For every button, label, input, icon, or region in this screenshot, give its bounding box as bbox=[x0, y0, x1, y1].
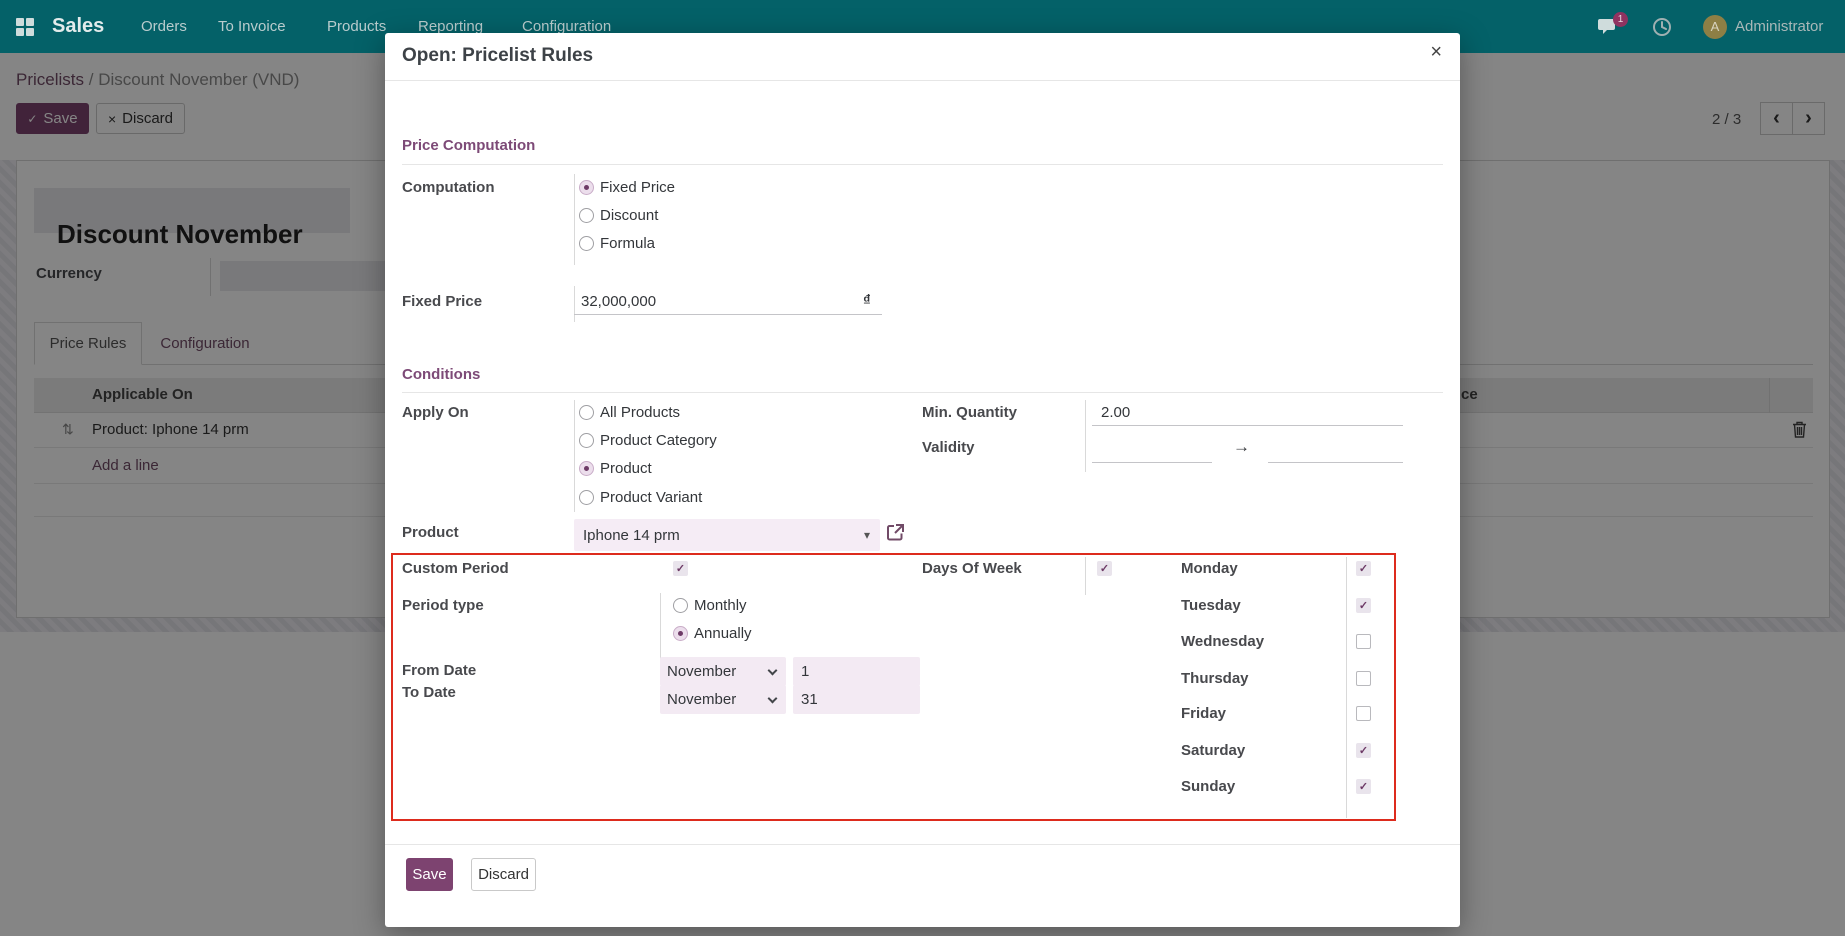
day-friday-checkbox[interactable] bbox=[1356, 706, 1371, 721]
apps-grid-icon[interactable] bbox=[16, 18, 33, 35]
day-list-separator bbox=[1346, 557, 1347, 818]
dialog-save-button[interactable]: Save bbox=[406, 858, 453, 891]
radio-product-label[interactable]: Product bbox=[600, 460, 652, 477]
section-price-computation: Price Computation bbox=[402, 137, 535, 154]
dialog-discard-button[interactable]: Discard bbox=[471, 858, 536, 891]
product-label: Product bbox=[402, 524, 459, 541]
caret-down-icon: ▾ bbox=[864, 528, 870, 542]
arrow-right-icon: → bbox=[1233, 437, 1250, 457]
activities-clock-icon[interactable] bbox=[1652, 17, 1672, 37]
day-wednesday-checkbox[interactable] bbox=[1356, 634, 1371, 649]
radio-fixed-price[interactable] bbox=[579, 180, 594, 200]
radio-monthly-label[interactable]: Monthly bbox=[694, 597, 747, 614]
validity-label: Validity bbox=[922, 439, 975, 456]
min-quantity-label: Min. Quantity bbox=[922, 404, 1017, 421]
radio-all-products[interactable] bbox=[579, 405, 594, 425]
radio-monthly[interactable] bbox=[673, 598, 688, 618]
day-wednesday-label: Wednesday bbox=[1181, 633, 1264, 650]
nav-item-products[interactable]: Products bbox=[327, 0, 386, 53]
apply-on-label: Apply On bbox=[402, 404, 469, 421]
product-value: Iphone 14 prm bbox=[583, 527, 680, 544]
fixed-price-label: Fixed Price bbox=[402, 293, 482, 310]
radio-annually[interactable] bbox=[673, 626, 688, 646]
dialog-close-icon[interactable]: × bbox=[1430, 41, 1442, 64]
field-separator bbox=[1085, 400, 1086, 472]
product-field[interactable]: Iphone 14 prm ▾ bbox=[574, 519, 880, 551]
radio-discount-label[interactable]: Discount bbox=[600, 207, 658, 224]
avatar[interactable]: A bbox=[1703, 15, 1727, 39]
to-month-select[interactable]: November bbox=[660, 685, 786, 714]
messages-badge: 1 bbox=[1613, 12, 1628, 27]
external-link-icon[interactable] bbox=[886, 523, 905, 542]
day-monday-checkbox[interactable]: ✓ bbox=[1356, 561, 1371, 576]
days-of-week-checkbox[interactable]: ✓ bbox=[1097, 561, 1112, 576]
dialog-title: Open: Pricelist Rules bbox=[402, 45, 593, 67]
from-month-select[interactable]: November bbox=[660, 657, 786, 686]
field-separator bbox=[574, 174, 575, 265]
nav-item-orders[interactable]: Orders bbox=[141, 0, 187, 53]
custom-period-label: Custom Period bbox=[402, 560, 509, 577]
chevron-down-icon bbox=[768, 665, 778, 675]
radio-product-category-label[interactable]: Product Category bbox=[600, 432, 717, 449]
radio-product[interactable] bbox=[579, 461, 594, 481]
period-type-label: Period type bbox=[402, 597, 484, 614]
radio-fixed-price-label[interactable]: Fixed Price bbox=[600, 179, 675, 196]
radio-discount[interactable] bbox=[579, 208, 594, 228]
min-quantity-underline bbox=[1092, 406, 1403, 426]
day-sunday-checkbox[interactable]: ✓ bbox=[1356, 779, 1371, 794]
radio-annually-label[interactable]: Annually bbox=[694, 625, 752, 642]
radio-formula-label[interactable]: Formula bbox=[600, 235, 655, 252]
day-thursday-checkbox[interactable] bbox=[1356, 671, 1371, 686]
dialog-footer-divider bbox=[385, 844, 1460, 845]
dialog-header-divider bbox=[385, 80, 1460, 81]
field-separator bbox=[1085, 557, 1086, 595]
screen: Sales Orders To Invoice Products Reporti… bbox=[0, 0, 1845, 936]
validity-to-input[interactable] bbox=[1268, 443, 1403, 463]
day-sunday-label: Sunday bbox=[1181, 778, 1235, 795]
section-conditions: Conditions bbox=[402, 366, 480, 383]
days-of-week-label: Days Of Week bbox=[922, 560, 1022, 577]
pricelist-rules-dialog: Open: Pricelist Rules × Price Computatio… bbox=[385, 33, 1460, 927]
day-saturday-checkbox[interactable]: ✓ bbox=[1356, 743, 1371, 758]
field-separator bbox=[574, 400, 575, 512]
from-date-label: From Date bbox=[402, 662, 476, 679]
user-menu[interactable]: Administrator bbox=[1735, 0, 1823, 53]
to-day-input[interactable]: 31 bbox=[793, 685, 920, 714]
radio-product-variant-label[interactable]: Product Variant bbox=[600, 489, 702, 506]
from-day-input[interactable]: 1 bbox=[793, 657, 920, 686]
day-saturday-label: Saturday bbox=[1181, 742, 1245, 759]
app-name[interactable]: Sales bbox=[52, 0, 104, 53]
fixed-price-underline bbox=[574, 295, 882, 315]
custom-period-checkbox[interactable]: ✓ bbox=[673, 561, 688, 576]
nav-item-to-invoice[interactable]: To Invoice bbox=[218, 0, 286, 53]
radio-product-variant[interactable] bbox=[579, 490, 594, 510]
day-friday-label: Friday bbox=[1181, 705, 1226, 722]
validity-from-input[interactable] bbox=[1092, 443, 1212, 463]
computation-label: Computation bbox=[402, 179, 494, 196]
radio-product-category[interactable] bbox=[579, 433, 594, 453]
radio-all-products-label[interactable]: All Products bbox=[600, 404, 680, 421]
section-divider bbox=[402, 392, 1443, 393]
radio-formula[interactable] bbox=[579, 236, 594, 256]
chevron-down-icon bbox=[768, 693, 778, 703]
day-monday-label: Monday bbox=[1181, 560, 1238, 577]
to-date-label: To Date bbox=[402, 684, 456, 701]
day-tuesday-label: Tuesday bbox=[1181, 597, 1241, 614]
day-thursday-label: Thursday bbox=[1181, 670, 1249, 687]
section-divider bbox=[402, 164, 1443, 165]
day-tuesday-checkbox[interactable]: ✓ bbox=[1356, 598, 1371, 613]
